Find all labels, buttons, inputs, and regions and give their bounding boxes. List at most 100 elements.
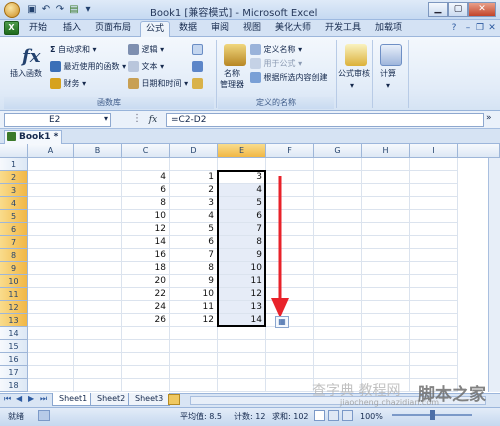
column-header-g[interactable]: G xyxy=(314,144,362,158)
cell-b9[interactable] xyxy=(74,262,122,275)
cell-b2[interactable] xyxy=(74,171,122,184)
cell-f1[interactable] xyxy=(266,158,314,171)
macro-record-icon[interactable] xyxy=(38,410,50,421)
sheet-nav-first-icon[interactable]: ⏮ xyxy=(4,394,11,404)
cell-c18[interactable] xyxy=(122,379,170,392)
cell-a1[interactable] xyxy=(28,158,74,171)
sheet-tab-sheet2[interactable]: Sheet2 xyxy=(90,393,133,406)
row-header[interactable]: 4 xyxy=(0,197,28,210)
cell-c17[interactable] xyxy=(122,366,170,379)
row-header[interactable]: 6 xyxy=(0,223,28,236)
cell-i15[interactable] xyxy=(410,340,458,353)
zoom-level[interactable]: 100% xyxy=(360,411,383,423)
help-icon[interactable]: ? xyxy=(448,22,460,34)
sheet-nav-next-icon[interactable]: ▶ xyxy=(28,394,34,403)
cell-a3[interactable] xyxy=(28,184,74,197)
cell-b18[interactable] xyxy=(74,379,122,392)
column-header-d[interactable]: D xyxy=(170,144,218,158)
cell-b7[interactable] xyxy=(74,236,122,249)
spreadsheet-grid[interactable]: A B C D E F G H I 1 2 4 1 3 3 6 2 4 4 8 3 5 5 10 4 6 6 12 5 7 7 14 6 8 8 16… xyxy=(0,144,500,392)
cell-h11[interactable] xyxy=(362,288,410,301)
cell-e17[interactable] xyxy=(218,366,266,379)
autosum-button[interactable]: Σ 自动求和 ▾ xyxy=(50,44,97,56)
insert-function-icon[interactable]: fx xyxy=(22,46,40,67)
tab-view[interactable]: 视图 xyxy=(238,21,266,37)
sheet-tab-sheet1[interactable]: Sheet1 xyxy=(52,393,95,406)
cell-h9[interactable] xyxy=(362,262,410,275)
name-manager-button[interactable]: 名称 管理器 xyxy=(220,68,244,90)
column-header-h[interactable]: H xyxy=(362,144,410,158)
cell-g16[interactable] xyxy=(314,353,362,366)
cell-a12[interactable] xyxy=(28,301,74,314)
cell-h16[interactable] xyxy=(362,353,410,366)
cell-d3[interactable]: 2 xyxy=(170,184,218,197)
page-layout-view-icon[interactable] xyxy=(328,410,339,421)
cell-b14[interactable] xyxy=(74,327,122,340)
undo-icon[interactable]: ↶ xyxy=(40,4,52,16)
cell-a7[interactable] xyxy=(28,236,74,249)
cell-a8[interactable] xyxy=(28,249,74,262)
cell-g6[interactable] xyxy=(314,223,362,236)
cell-d5[interactable]: 4 xyxy=(170,210,218,223)
cell-c8[interactable]: 16 xyxy=(122,249,170,262)
cell-b6[interactable] xyxy=(74,223,122,236)
cell-c14[interactable] xyxy=(122,327,170,340)
cell-d7[interactable]: 6 xyxy=(170,236,218,249)
cell-c4[interactable]: 8 xyxy=(122,197,170,210)
cell-g9[interactable] xyxy=(314,262,362,275)
lookup-icon[interactable] xyxy=(192,44,203,56)
define-name-button[interactable]: 定义名称 ▾ xyxy=(250,44,302,56)
name-manager-icon[interactable] xyxy=(224,44,246,66)
cell-g10[interactable] xyxy=(314,275,362,288)
cell-d10[interactable]: 9 xyxy=(170,275,218,288)
cell-g17[interactable] xyxy=(314,366,362,379)
insert-sheet-icon[interactable] xyxy=(168,394,180,405)
cell-b5[interactable] xyxy=(74,210,122,223)
formula-auditing-button[interactable]: 公式审核 xyxy=(338,68,370,80)
column-header-e[interactable]: E xyxy=(218,144,266,158)
save-icon[interactable]: ▣ xyxy=(26,4,38,16)
close-workbook-icon[interactable]: ✕ xyxy=(486,22,498,34)
cell-b4[interactable] xyxy=(74,197,122,210)
column-header-f[interactable]: F xyxy=(266,144,314,158)
cell-g2[interactable] xyxy=(314,171,362,184)
cell-g3[interactable] xyxy=(314,184,362,197)
vertical-scrollbar[interactable] xyxy=(488,158,500,392)
cell-c12[interactable]: 24 xyxy=(122,301,170,314)
cell-d18[interactable] xyxy=(170,379,218,392)
row-header[interactable]: 18 xyxy=(0,379,28,392)
cell-h1[interactable] xyxy=(362,158,410,171)
cell-d16[interactable] xyxy=(170,353,218,366)
cell-c2[interactable]: 4 xyxy=(122,171,170,184)
cell-h4[interactable] xyxy=(362,197,410,210)
excel-icon[interactable]: ▤ xyxy=(68,4,80,16)
tab-data[interactable]: 数据 xyxy=(174,21,202,37)
cell-f16[interactable] xyxy=(266,353,314,366)
cell-a14[interactable] xyxy=(28,327,74,340)
cell-g8[interactable] xyxy=(314,249,362,262)
tab-review[interactable]: 审阅 xyxy=(206,21,234,37)
row-header[interactable]: 16 xyxy=(0,353,28,366)
math-icon[interactable] xyxy=(192,61,203,73)
cell-c7[interactable]: 14 xyxy=(122,236,170,249)
cell-d15[interactable] xyxy=(170,340,218,353)
formula-auditing-icon[interactable] xyxy=(345,44,367,66)
cell-i10[interactable] xyxy=(410,275,458,288)
cell-b1[interactable] xyxy=(74,158,122,171)
cell-d2[interactable]: 1 xyxy=(170,171,218,184)
tab-formulas[interactable]: 公式 xyxy=(140,21,171,37)
cell-h17[interactable] xyxy=(362,366,410,379)
cell-g13[interactable] xyxy=(314,314,362,327)
column-header-i[interactable]: I xyxy=(410,144,458,158)
calculation-button[interactable]: 计算 xyxy=(380,68,396,80)
cell-e18[interactable] xyxy=(218,379,266,392)
row-header[interactable]: 10 xyxy=(0,275,28,288)
cell-f15[interactable] xyxy=(266,340,314,353)
cell-f14[interactable] xyxy=(266,327,314,340)
cell-h2[interactable] xyxy=(362,171,410,184)
tab-developer[interactable]: 开发工具 xyxy=(320,21,366,37)
cell-a5[interactable] xyxy=(28,210,74,223)
cell-h8[interactable] xyxy=(362,249,410,262)
normal-view-icon[interactable] xyxy=(314,410,325,421)
cell-h5[interactable] xyxy=(362,210,410,223)
